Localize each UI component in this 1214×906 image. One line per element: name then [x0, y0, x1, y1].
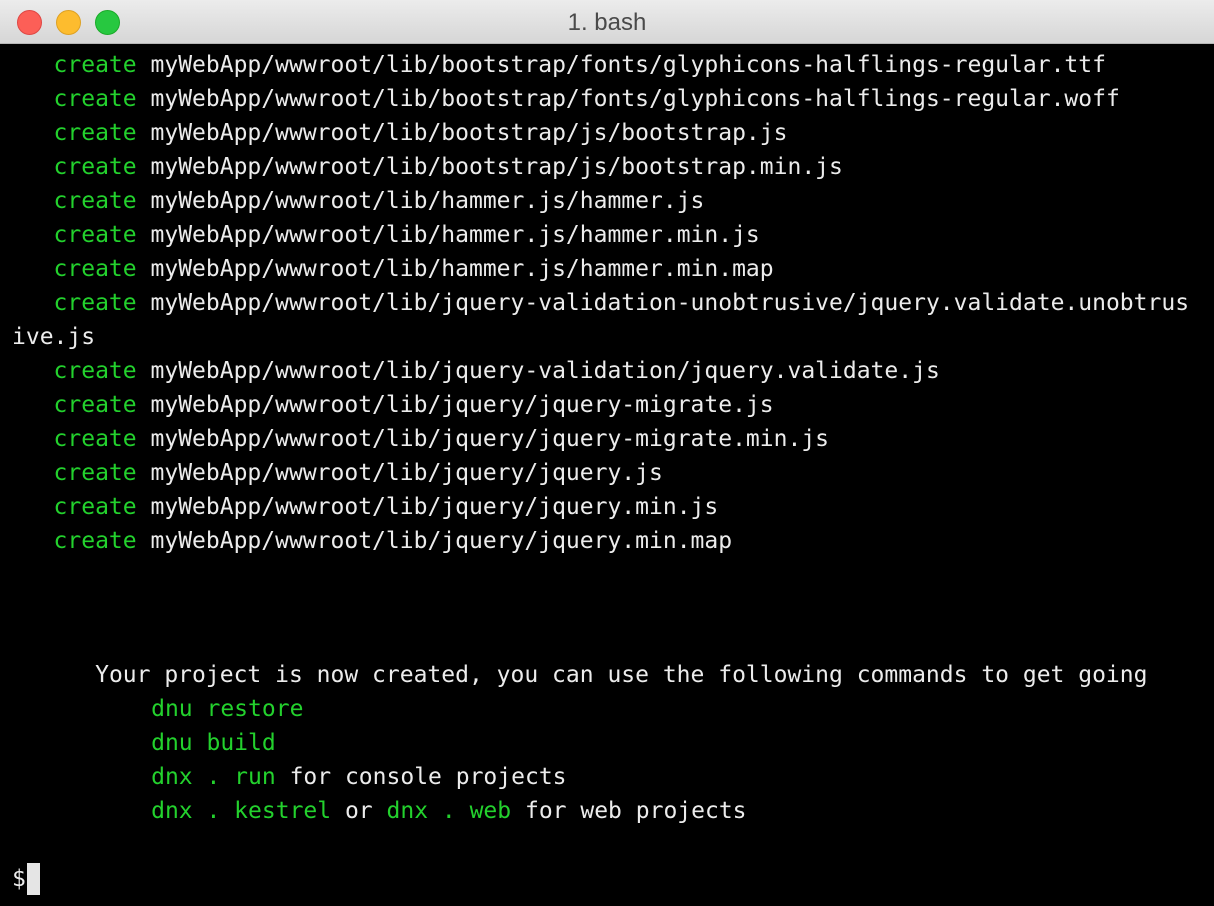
title-bar[interactable]: 1. bash: [0, 0, 1214, 44]
create-output-line: create myWebApp/wwwroot/lib/bootstrap/fo…: [12, 48, 1106, 82]
create-verb: create: [53, 494, 137, 520]
project-created-message: Your project is now created, you can use…: [12, 624, 1147, 688]
create-verb: create: [53, 460, 137, 486]
wrapped-path-continuation: ive.js: [12, 324, 96, 350]
created-file-path: myWebApp/wwwroot/lib/jquery-validation/j…: [150, 358, 940, 384]
create-verb: create: [53, 256, 137, 282]
created-file-path: myWebApp/wwwroot/lib/hammer.js/hammer.js: [150, 188, 705, 214]
created-file-path: myWebApp/wwwroot/lib/bootstrap/js/bootst…: [150, 154, 843, 180]
create-verb: create: [53, 358, 137, 384]
create-output-line: create myWebApp/wwwroot/lib/jquery/jquer…: [12, 490, 719, 524]
created-file-path: myWebApp/wwwroot/lib/bootstrap/fonts/gly…: [150, 86, 1120, 112]
create-output-line: create myWebApp/wwwroot/lib/jquery/jquer…: [12, 422, 829, 456]
created-file-path: myWebApp/wwwroot/lib/jquery/jquery.js: [150, 460, 663, 486]
create-verb: create: [53, 120, 137, 146]
command-connector: or: [331, 798, 387, 824]
command-dnu-restore: dnu restore: [68, 658, 303, 722]
created-file-path: myWebApp/wwwroot/lib/hammer.js/hammer.mi…: [150, 256, 774, 282]
create-verb: create: [53, 222, 137, 248]
command-text: dnx . web: [386, 798, 512, 824]
create-verb: create: [53, 528, 137, 554]
created-file-path: myWebApp/wwwroot/lib/bootstrap/js/bootst…: [150, 120, 788, 146]
create-output-line: create myWebApp/wwwroot/lib/jquery-valid…: [12, 286, 1190, 320]
created-file-path: myWebApp/wwwroot/lib/hammer.js/hammer.mi…: [150, 222, 760, 248]
create-verb: create: [53, 86, 137, 112]
create-output-line: create myWebApp/wwwroot/lib/bootstrap/js…: [12, 150, 843, 184]
prompt-line[interactable]: $: [12, 862, 40, 896]
create-output-line: create myWebApp/wwwroot/lib/jquery/jquer…: [12, 456, 663, 490]
shell-prompt: $: [12, 866, 26, 892]
create-verb: create: [53, 290, 137, 316]
create-verb: create: [53, 392, 137, 418]
create-output-line: create myWebApp/wwwroot/lib/bootstrap/js…: [12, 116, 788, 150]
create-verb: create: [53, 426, 137, 452]
command-text: dnx . kestrel: [151, 798, 332, 824]
create-output-line: create myWebApp/wwwroot/lib/bootstrap/fo…: [12, 82, 1120, 116]
create-output-line: create myWebApp/wwwroot/lib/jquery/jquer…: [12, 524, 733, 558]
create-output-line: create myWebApp/wwwroot/lib/hammer.js/ha…: [12, 184, 705, 218]
create-output-line: create myWebApp/wwwroot/lib/hammer.js/ha…: [12, 218, 760, 252]
create-verb: create: [53, 52, 137, 78]
created-file-path: myWebApp/wwwroot/lib/jquery-validation-u…: [150, 290, 1190, 316]
create-verb: create: [53, 154, 137, 180]
terminal-output[interactable]: create myWebApp/wwwroot/lib/bootstrap/fo…: [0, 44, 1214, 906]
text-cursor: [26, 863, 40, 895]
command-description: for web projects: [511, 798, 747, 824]
window-title: 1. bash: [567, 9, 647, 36]
create-output-line: create myWebApp/wwwroot/lib/jquery/jquer…: [12, 388, 774, 422]
create-verb: create: [53, 188, 137, 214]
created-file-path: myWebApp/wwwroot/lib/jquery/jquery-migra…: [150, 426, 830, 452]
terminal-window: 1. bash create myWebApp/wwwroot/lib/boot…: [0, 0, 1214, 906]
command-dnx-run: dnx . run for console projects: [68, 726, 566, 790]
created-file-path: myWebApp/wwwroot/lib/jquery/jquery.min.m…: [150, 528, 733, 554]
created-file-path: myWebApp/wwwroot/lib/jquery/jquery-migra…: [150, 392, 774, 418]
command-dnu-build: dnu build: [68, 692, 276, 756]
create-output-line: create myWebApp/wwwroot/lib/jquery-valid…: [12, 354, 940, 388]
created-file-path: myWebApp/wwwroot/lib/jquery/jquery.min.j…: [150, 494, 719, 520]
created-file-path: myWebApp/wwwroot/lib/bootstrap/fonts/gly…: [150, 52, 1106, 78]
create-output-line: create myWebApp/wwwroot/lib/hammer.js/ha…: [12, 252, 774, 286]
command-dnx-kestrel-web: dnx . kestrel or dnx . web for web proje…: [68, 760, 746, 824]
